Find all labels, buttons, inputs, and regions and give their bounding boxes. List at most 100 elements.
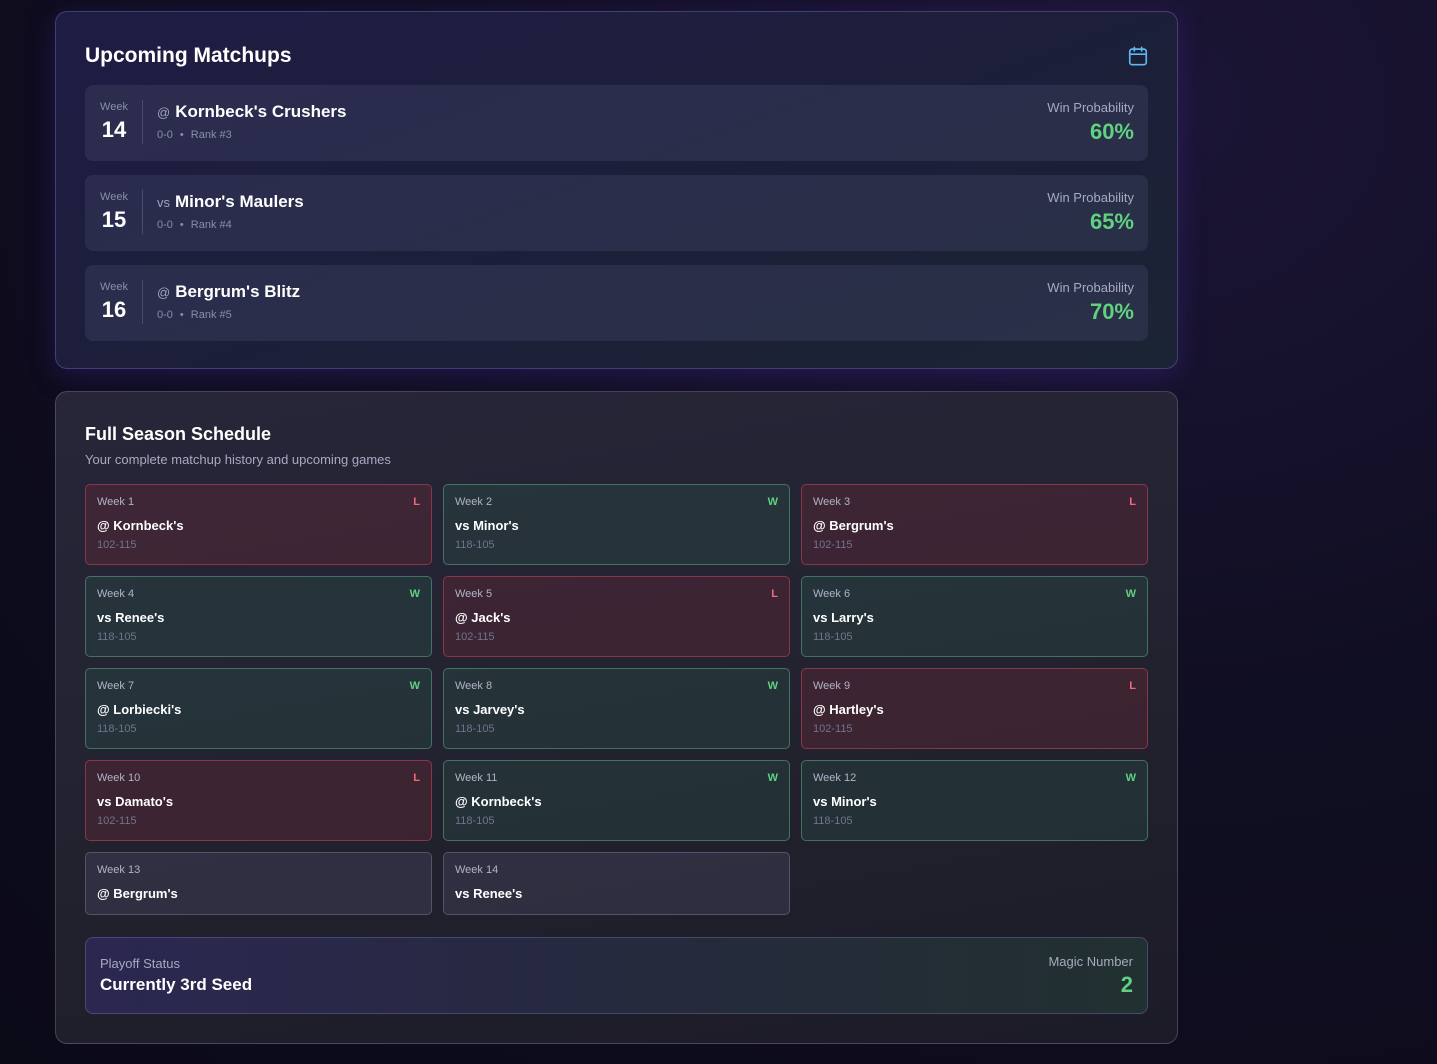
opponent-name: Minor's Maulers [175,192,304,211]
game-result: W [1125,772,1136,784]
matchup-week: Week 16 [85,265,143,341]
game-opponent: vs Jarvey's [455,702,525,717]
opponent-meta: 0-0 • Rank #4 [157,219,232,231]
playoff-status-value: Currently 3rd Seed [100,975,253,994]
game-result: W [409,680,420,692]
game-opponent: @ Hartley's [813,702,884,717]
week-label: Week [100,191,128,203]
game-week: Week 13 [97,864,141,876]
week-divider [142,100,143,144]
game-card[interactable]: Week 12 W vs Minor's 118-105 [801,760,1148,841]
opponent-rank: Rank #3 [190,129,232,141]
magic-number-value: 2 [1120,972,1133,997]
opponent-line: @ Bergrum's Blitz [157,282,300,302]
schedule-subtitle: Your complete matchup history and upcomi… [85,452,391,467]
week-number: 15 [101,207,127,232]
game-card[interactable]: Week 8 W vs Jarvey's 118-105 [443,668,790,749]
week-number: 14 [101,117,127,142]
matchup-row[interactable]: Week 14 @ Kornbeck's Crushers 0-0 • Rank #3… [85,85,1148,161]
matchup-week: Week 14 [85,85,143,161]
playoff-status-label: Playoff Status [100,956,180,971]
game-card[interactable]: Week 11 W @ Kornbeck's 118-105 [443,760,790,841]
playoff-status-card: Playoff Status Currently 3rd Seed Magic … [85,937,1148,1014]
game-week: Week 9 [813,680,851,692]
matchup-row[interactable]: Week 15 vs Minor's Maulers 0-0 • Rank #4 Wi… [85,175,1148,251]
game-week: Week 6 [813,588,851,600]
game-result: L [1129,496,1136,508]
game-card[interactable]: Week 6 W vs Larry's 118-105 [801,576,1148,657]
game-card[interactable]: Week 13 @ Bergrum's [85,852,432,915]
week-label: Week [100,281,128,293]
game-card[interactable]: Week 4 W vs Renee's 118-105 [85,576,432,657]
calendar-icon[interactable] [1127,45,1149,67]
game-result: L [1129,680,1136,692]
game-card[interactable]: Week 3 L @ Bergrum's 102-115 [801,484,1148,565]
magic-number-label: Magic Number [1048,954,1133,969]
week-divider [142,280,143,324]
game-score: 118-105 [97,631,137,643]
game-score: 102-115 [97,539,137,551]
game-opponent: @ Jack's [455,610,511,625]
game-card[interactable]: Week 2 W vs Minor's 118-105 [443,484,790,565]
game-score: 102-115 [97,815,137,827]
game-result: W [767,680,778,692]
game-week: Week 14 [455,864,499,876]
week-divider [142,190,143,234]
game-opponent: vs Minor's [813,794,877,809]
win-probability-label: Win Probability [1047,280,1134,295]
game-score: 118-105 [97,723,137,735]
game-opponent: vs Renee's [455,886,523,901]
upcoming-title: Upcoming Matchups [85,44,292,67]
game-week: Week 5 [455,588,493,600]
opponent-line: vs Minor's Maulers [157,192,304,212]
opponent-name: Kornbeck's Crushers [175,102,347,121]
game-card[interactable]: Week 14 vs Renee's [443,852,790,915]
game-result: W [767,772,778,784]
game-opponent: vs Damato's [97,794,174,809]
game-score: 102-115 [455,631,495,643]
game-week: Week 4 [97,588,135,600]
game-result: W [409,588,420,600]
separator-dot: • [179,309,184,321]
game-card[interactable]: Week 1 L @ Kornbeck's 102-115 [85,484,432,565]
game-score: 102-115 [813,723,853,735]
week-label: Week [100,101,128,113]
game-result: L [771,588,778,600]
game-score: 118-105 [813,631,853,643]
game-score: 118-105 [813,815,853,827]
game-score: 118-105 [455,815,495,827]
win-probability-label: Win Probability [1047,190,1134,205]
game-card[interactable]: Week 7 W @ Lorbiecki's 118-105 [85,668,432,749]
game-result: L [413,772,420,784]
opponent-meta: 0-0 • Rank #5 [157,309,232,321]
separator-dot: • [179,129,184,141]
opponent-record: 0-0 [157,309,173,321]
game-week: Week 12 [813,772,857,784]
location-prefix: @ [157,105,171,120]
game-opponent: @ Kornbeck's [97,518,184,533]
opponent-meta: 0-0 • Rank #3 [157,129,232,141]
opponent-rank: Rank #4 [190,219,232,231]
game-opponent: vs Renee's [97,610,165,625]
game-opponent: @ Bergrum's [97,886,178,901]
game-week: Week 2 [455,496,493,508]
location-prefix: @ [157,285,171,300]
game-opponent: @ Kornbeck's [455,794,542,809]
game-result: L [413,496,420,508]
game-card[interactable]: Week 5 L @ Jack's 102-115 [443,576,790,657]
game-card[interactable]: Week 10 L vs Damato's 102-115 [85,760,432,841]
schedule-grid: Week 1 L @ Kornbeck's 102-115 Week 2 W v… [85,484,1148,916]
opponent-record: 0-0 [157,129,173,141]
opponent-rank: Rank #5 [190,309,232,321]
matchup-row[interactable]: Week 16 @ Bergrum's Blitz 0-0 • Rank #5 Win… [85,265,1148,341]
game-card[interactable]: Week 9 L @ Hartley's 102-115 [801,668,1148,749]
game-score: 102-115 [813,539,853,551]
game-opponent: @ Lorbiecki's [97,702,182,717]
schedule-title: Full Season Schedule [85,424,272,444]
game-week: Week 8 [455,680,493,692]
separator-dot: • [179,219,184,231]
game-opponent: @ Bergrum's [813,518,894,533]
game-week: Week 1 [97,496,135,508]
win-probability-label: Win Probability [1047,100,1134,115]
opponent-line: @ Kornbeck's Crushers [157,102,346,122]
